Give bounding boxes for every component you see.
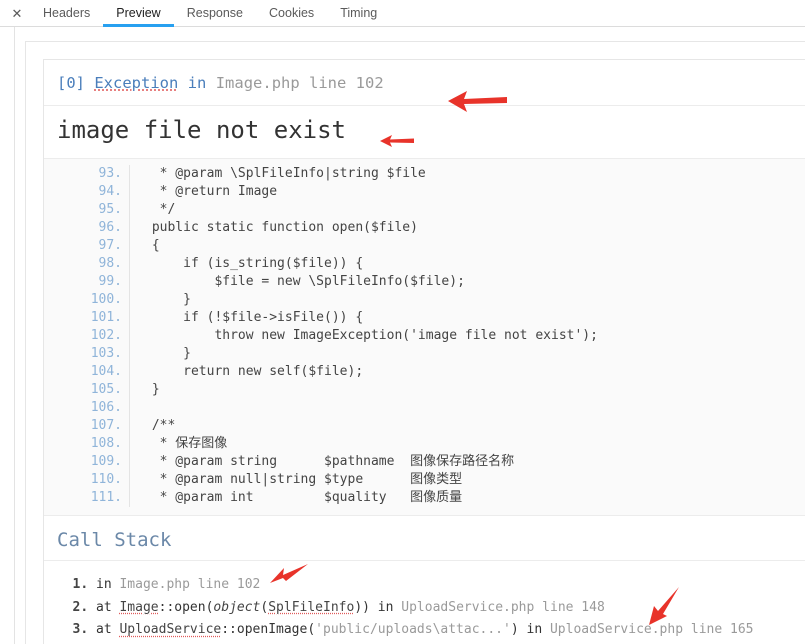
line-content: public static function open($file) — [144, 220, 418, 236]
line-number: 107. — [44, 417, 130, 436]
tab-response[interactable]: Response — [174, 0, 256, 26]
stack-separator: :: — [158, 599, 175, 615]
line-content: */ — [144, 202, 176, 218]
code-line: 106. — [44, 399, 805, 418]
line-content: } — [144, 346, 191, 362]
line-number: 99. — [44, 273, 130, 292]
code-line: 111. * @param int $quality 图像质量 — [44, 489, 805, 508]
line-content: * @return Image — [144, 184, 278, 200]
tab-timing[interactable]: Timing — [327, 0, 390, 26]
line-content: * @param \SplFileInfo|string $file — [144, 166, 426, 182]
code-line: 104. return new self($file); — [44, 363, 805, 382]
stack-method: open( — [174, 599, 214, 615]
code-line: 94. * @return Image — [44, 183, 805, 202]
stack-keyword: in — [96, 577, 112, 593]
close-icon[interactable]: ✕ — [4, 0, 30, 26]
line-content: if (is_string($file)) { — [144, 256, 364, 272]
stack-file: UploadService.php line 148 — [401, 599, 605, 615]
code-line: 107. /** — [44, 417, 805, 436]
line-content: * 保存图像 — [144, 436, 228, 452]
line-content: * @param int $quality 图像质量 — [144, 490, 463, 506]
line-number: 105. — [44, 381, 130, 400]
call-stack-item[interactable]: at Image::open(object(SplFileInfo)) in U… — [96, 597, 805, 620]
line-number: 110. — [44, 471, 130, 490]
line-number: 95. — [44, 201, 130, 220]
line-number: 100. — [44, 291, 130, 310]
line-content — [130, 399, 144, 417]
code-line: 100. } — [44, 291, 805, 310]
line-content: } — [144, 382, 160, 398]
line-content: } — [144, 292, 191, 308]
line-number: 103. — [44, 345, 130, 364]
line-content: if (!$file->isFile()) { — [144, 310, 364, 326]
line-content: * @param string $pathname 图像保存路径名称 — [144, 454, 515, 470]
stack-separator: :: — [221, 622, 237, 638]
line-content: /** — [144, 418, 176, 434]
stack-arg-close: )) — [354, 599, 370, 615]
exception-location: Image.php line 102 — [215, 74, 384, 92]
call-stack-heading: Call Stack — [44, 516, 805, 562]
code-line: 97. { — [44, 237, 805, 256]
stack-class[interactable]: Image — [119, 600, 158, 615]
code-line: 105. } — [44, 381, 805, 400]
code-line: 110. * @param null|string $type 图像类型 — [44, 471, 805, 490]
left-rail — [0, 27, 15, 644]
stack-arg-close: ) — [510, 622, 519, 638]
code-line: 95. */ — [44, 201, 805, 220]
line-number: 109. — [44, 453, 130, 472]
tab-headers[interactable]: Headers — [30, 0, 103, 26]
devtools-tabbar: ✕ Headers Preview Response Cookies Timin… — [0, 0, 805, 27]
stack-in-keyword: in — [377, 599, 394, 615]
line-number: 111. — [44, 489, 130, 508]
stack-arg-type: object — [213, 599, 261, 615]
line-content: { — [144, 238, 160, 254]
code-line: 101. if (!$file->isFile()) { — [44, 309, 805, 328]
code-line: 99. $file = new \SplFileInfo($file); — [44, 273, 805, 292]
exception-in-keyword: in — [187, 74, 207, 92]
exception-class-name: Exception — [94, 74, 179, 92]
code-line: 98. if (is_string($file)) { — [44, 255, 805, 274]
line-content: return new self($file); — [144, 364, 364, 380]
stack-class[interactable]: UploadService — [119, 622, 221, 637]
line-number: 94. — [44, 183, 130, 202]
code-line-highlighted: 102. throw new ImageException('image fil… — [44, 327, 805, 346]
line-number: 96. — [44, 219, 130, 238]
exception-index: [0] — [57, 74, 85, 92]
call-stack-list: in Image.php line 102 at Image::open(obj… — [44, 561, 805, 642]
line-content: throw new ImageException('image file not… — [144, 328, 598, 344]
code-line: 109. * @param string $pathname 图像保存路径名称 — [44, 453, 805, 472]
error-page-frame: [0] Exception in Image.php line 102 imag… — [43, 59, 805, 644]
source-code-block: 93. * @param \SplFileInfo|string $file 9… — [44, 159, 805, 517]
stack-keyword: at — [96, 599, 112, 615]
line-number: 108. — [44, 435, 130, 454]
line-number: 98. — [44, 255, 130, 274]
line-number: 93. — [44, 165, 130, 184]
line-number: 102. — [44, 327, 130, 346]
devtools-preview-panel: ✕ Headers Preview Response Cookies Timin… — [0, 0, 805, 644]
stack-method: openImage( — [236, 622, 316, 638]
call-stack-item[interactable]: at UploadService::openImage('public/uplo… — [96, 619, 805, 642]
outer-frame: [0] Exception in Image.php line 102 imag… — [25, 41, 805, 644]
tab-cookies[interactable]: Cookies — [256, 0, 327, 26]
code-line: 103. } — [44, 345, 805, 364]
stack-arg-class[interactable]: SplFileInfo — [268, 600, 354, 615]
exception-header: [0] Exception in Image.php line 102 — [44, 60, 805, 107]
stack-file: Image.php line 102 — [119, 577, 261, 593]
line-content: $file = new \SplFileInfo($file); — [144, 274, 465, 290]
exception-message: image file not exist — [44, 106, 805, 160]
line-number: 104. — [44, 363, 130, 382]
line-number: 101. — [44, 309, 130, 328]
line-number: 106. — [44, 399, 130, 418]
stack-arg-string: 'public/uploads\attac...' — [315, 622, 511, 638]
tab-preview[interactable]: Preview — [103, 0, 175, 27]
stack-file: UploadService.php line 165 — [549, 622, 754, 638]
call-stack-item[interactable]: in Image.php line 102 — [96, 574, 805, 597]
line-number: 97. — [44, 237, 130, 256]
line-content: * @param null|string $type 图像类型 — [144, 472, 463, 488]
stack-keyword: at — [96, 622, 112, 638]
stack-in-keyword: in — [526, 622, 543, 638]
code-line: 108. * 保存图像 — [44, 435, 805, 454]
code-line: 96. public static function open($file) — [44, 219, 805, 238]
code-line: 93. * @param \SplFileInfo|string $file — [44, 165, 805, 184]
